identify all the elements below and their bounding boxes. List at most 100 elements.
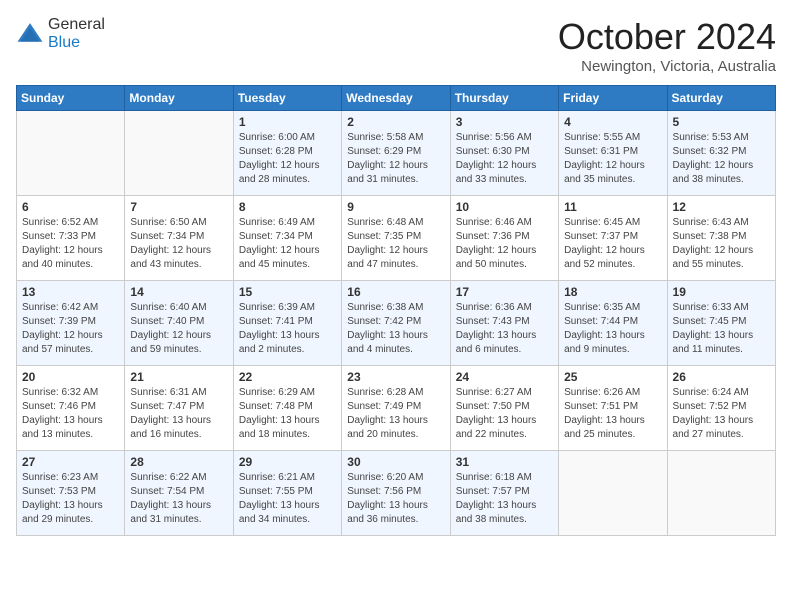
header-sunday: Sunday	[17, 86, 125, 111]
header-saturday: Saturday	[667, 86, 775, 111]
day-info: Sunrise: 6:31 AM Sunset: 7:47 PM Dayligh…	[130, 386, 227, 442]
calendar-cell: 29 Sunrise: 6:21 AM Sunset: 7:55 PM Dayli…	[233, 451, 341, 536]
calendar-cell: 14Sunrise: 6:40 AM Sunset: 7:40 PM Dayli…	[125, 281, 233, 366]
calendar-cell: 10 Sunrise: 6:46 AM Sunset: 7:36 PM Dayli…	[450, 196, 558, 281]
day-number: 1	[239, 115, 336, 129]
weekday-header-row: SundayMondayTuesdayWednesdayThursdayFrid…	[17, 86, 776, 111]
day-number: 4	[564, 115, 661, 129]
calendar-cell: 1 Sunrise: 6:00 AM Sunset: 6:28 PM Daylig…	[233, 111, 341, 196]
day-info: Sunrise: 5:55 AM Sunset: 6:31 PM Dayligh…	[564, 131, 661, 187]
day-info: Sunrise: 6:22 AM Sunset: 7:54 PM Dayligh…	[130, 471, 227, 527]
day-info: Sunrise: 6:00 AM Sunset: 6:28 PM Dayligh…	[239, 131, 336, 187]
day-number: 28	[130, 455, 227, 469]
day-info: Sunrise: 6:27 AM Sunset: 7:50 PM Dayligh…	[456, 386, 553, 442]
day-info: Sunrise: 6:46 AM Sunset: 7:36 PM Dayligh…	[456, 216, 553, 272]
day-info: Sunrise: 6:20 AM Sunset: 7:56 PM Dayligh…	[347, 471, 444, 527]
header-thursday: Thursday	[450, 86, 558, 111]
day-number: 27	[22, 455, 119, 469]
day-number: 21	[130, 370, 227, 384]
day-info: Sunrise: 6:38 AM Sunset: 7:42 PM Dayligh…	[347, 301, 444, 357]
day-info: Sunrise: 6:40 AM Sunset: 7:40 PM Dayligh…	[130, 301, 227, 357]
day-info: Sunrise: 6:48 AM Sunset: 7:35 PM Dayligh…	[347, 216, 444, 272]
day-info: Sunrise: 6:29 AM Sunset: 7:48 PM Dayligh…	[239, 386, 336, 442]
calendar-cell: 9 Sunrise: 6:48 AM Sunset: 7:35 PM Daylig…	[342, 196, 450, 281]
day-number: 26	[673, 370, 770, 384]
calendar-cell	[667, 451, 775, 536]
calendar-cell: 17Sunrise: 6:36 AM Sunset: 7:43 PM Dayli…	[450, 281, 558, 366]
location-subtitle: Newington, Victoria, Australia	[558, 58, 776, 75]
day-number: 15	[239, 285, 336, 299]
day-info: Sunrise: 6:52 AM Sunset: 7:33 PM Dayligh…	[22, 216, 119, 272]
day-number: 25	[564, 370, 661, 384]
day-number: 6	[22, 200, 119, 214]
calendar-cell: 16 Sunrise: 6:38 AM Sunset: 7:42 PM Dayli…	[342, 281, 450, 366]
week-row-3: 13 Sunrise: 6:42 AM Sunset: 7:39 PM Dayli…	[17, 281, 776, 366]
calendar-cell: 24 Sunrise: 6:27 AM Sunset: 7:50 PM Dayli…	[450, 366, 558, 451]
day-info: Sunrise: 6:49 AM Sunset: 7:34 PM Dayligh…	[239, 216, 336, 272]
calendar-cell	[559, 451, 667, 536]
day-number: 8	[239, 200, 336, 214]
header-wednesday: Wednesday	[342, 86, 450, 111]
page-header: General Blue October 2024 Newington, Vic…	[16, 16, 776, 75]
day-number: 20	[22, 370, 119, 384]
header-friday: Friday	[559, 86, 667, 111]
day-info: Sunrise: 6:32 AM Sunset: 7:46 PM Dayligh…	[22, 386, 119, 442]
calendar-cell: 21 Sunrise: 6:31 AM Sunset: 7:47 PM Dayli…	[125, 366, 233, 451]
day-info: Sunrise: 6:18 AM Sunset: 7:57 PM Dayligh…	[456, 471, 553, 527]
calendar-cell: 4 Sunrise: 5:55 AM Sunset: 6:31 PM Daylig…	[559, 111, 667, 196]
day-number: 23	[347, 370, 444, 384]
week-row-5: 27 Sunrise: 6:23 AM Sunset: 7:53 PM Dayli…	[17, 451, 776, 536]
day-number: 18	[564, 285, 661, 299]
day-info: Sunrise: 6:45 AM Sunset: 7:37 PM Dayligh…	[564, 216, 661, 272]
day-number: 9	[347, 200, 444, 214]
day-number: 5	[673, 115, 770, 129]
calendar-cell: 7Sunrise: 6:50 AM Sunset: 7:34 PM Daylig…	[125, 196, 233, 281]
day-number: 17	[456, 285, 553, 299]
week-row-4: 20 Sunrise: 6:32 AM Sunset: 7:46 PM Dayli…	[17, 366, 776, 451]
day-number: 13	[22, 285, 119, 299]
calendar-cell: 15 Sunrise: 6:39 AM Sunset: 7:41 PM Dayli…	[233, 281, 341, 366]
calendar-cell: 20 Sunrise: 6:32 AM Sunset: 7:46 PM Dayli…	[17, 366, 125, 451]
calendar-cell: 31 Sunrise: 6:18 AM Sunset: 7:57 PM Dayli…	[450, 451, 558, 536]
day-info: Sunrise: 6:23 AM Sunset: 7:53 PM Dayligh…	[22, 471, 119, 527]
calendar-cell: 25Sunrise: 6:26 AM Sunset: 7:51 PM Dayli…	[559, 366, 667, 451]
calendar-cell: 28 Sunrise: 6:22 AM Sunset: 7:54 PM Dayli…	[125, 451, 233, 536]
day-number: 19	[673, 285, 770, 299]
day-info: Sunrise: 6:42 AM Sunset: 7:39 PM Dayligh…	[22, 301, 119, 357]
day-number: 12	[673, 200, 770, 214]
day-info: Sunrise: 6:24 AM Sunset: 7:52 PM Dayligh…	[673, 386, 770, 442]
day-info: Sunrise: 6:21 AM Sunset: 7:55 PM Dayligh…	[239, 471, 336, 527]
day-info: Sunrise: 6:28 AM Sunset: 7:49 PM Dayligh…	[347, 386, 444, 442]
calendar-cell: 12Sunrise: 6:43 AM Sunset: 7:38 PM Dayli…	[667, 196, 775, 281]
title-block: October 2024 Newington, Victoria, Austra…	[558, 16, 776, 75]
day-info: Sunrise: 6:35 AM Sunset: 7:44 PM Dayligh…	[564, 301, 661, 357]
calendar-cell: 6 Sunrise: 6:52 AM Sunset: 7:33 PM Daylig…	[17, 196, 125, 281]
calendar-cell: 18 Sunrise: 6:35 AM Sunset: 7:44 PM Dayli…	[559, 281, 667, 366]
day-number: 2	[347, 115, 444, 129]
calendar-cell: 5 Sunrise: 5:53 AM Sunset: 6:32 PM Daylig…	[667, 111, 775, 196]
calendar-cell: 13 Sunrise: 6:42 AM Sunset: 7:39 PM Dayli…	[17, 281, 125, 366]
day-number: 29	[239, 455, 336, 469]
calendar-cell: 2Sunrise: 5:58 AM Sunset: 6:29 PM Daylig…	[342, 111, 450, 196]
day-number: 24	[456, 370, 553, 384]
day-number: 11	[564, 200, 661, 214]
day-number: 3	[456, 115, 553, 129]
day-info: Sunrise: 5:53 AM Sunset: 6:32 PM Dayligh…	[673, 131, 770, 187]
day-number: 16	[347, 285, 444, 299]
logo-icon	[16, 20, 44, 48]
day-number: 10	[456, 200, 553, 214]
calendar-cell: 22Sunrise: 6:29 AM Sunset: 7:48 PM Dayli…	[233, 366, 341, 451]
day-info: Sunrise: 6:50 AM Sunset: 7:34 PM Dayligh…	[130, 216, 227, 272]
calendar-cell: 11 Sunrise: 6:45 AM Sunset: 7:37 PM Dayli…	[559, 196, 667, 281]
day-info: Sunrise: 6:33 AM Sunset: 7:45 PM Dayligh…	[673, 301, 770, 357]
day-number: 31	[456, 455, 553, 469]
day-number: 30	[347, 455, 444, 469]
calendar-cell: 8 Sunrise: 6:49 AM Sunset: 7:34 PM Daylig…	[233, 196, 341, 281]
calendar-cell: 19 Sunrise: 6:33 AM Sunset: 7:45 PM Dayli…	[667, 281, 775, 366]
day-info: Sunrise: 6:39 AM Sunset: 7:41 PM Dayligh…	[239, 301, 336, 357]
logo: General Blue	[16, 16, 105, 52]
month-title: October 2024	[558, 16, 776, 58]
calendar-cell	[17, 111, 125, 196]
week-row-1: 1 Sunrise: 6:00 AM Sunset: 6:28 PM Daylig…	[17, 111, 776, 196]
calendar-cell	[125, 111, 233, 196]
